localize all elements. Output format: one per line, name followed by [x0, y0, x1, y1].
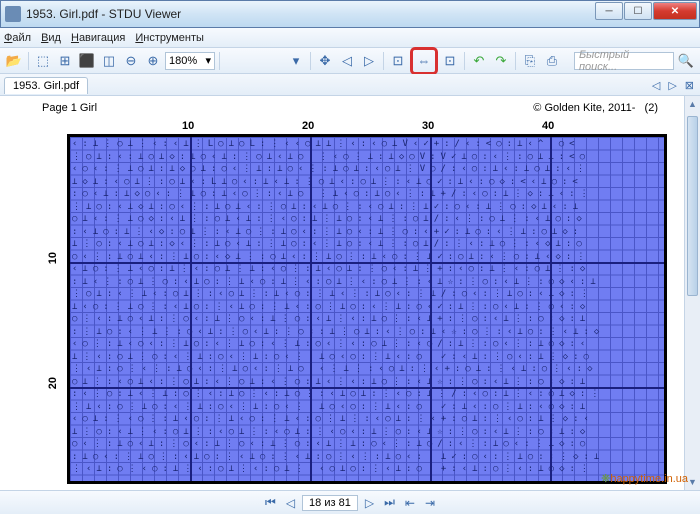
last-page-icon[interactable]: ⏭	[381, 495, 398, 510]
page-header: Page 1 Girl © Golden Kite, 2011- (2)	[42, 102, 658, 114]
pattern-grid: 10 20 30 40 10 20 ‹:⊥⋮○⊥⋮‹:‹⊥⋮L○⊥○L:⋮‹‹○…	[67, 134, 667, 484]
back-icon[interactable]: ⇤	[402, 496, 418, 510]
grid-major-line	[310, 137, 312, 481]
next-icon[interactable]: ▷	[359, 51, 379, 71]
title-bar: 1953. Girl.pdf - STDU Viewer ─ ☐ ✕	[0, 0, 700, 28]
redo-icon[interactable]: ↷	[491, 51, 511, 71]
separator	[219, 52, 220, 70]
zoom-in-icon[interactable]: ⊕	[143, 51, 163, 71]
separator	[310, 52, 311, 70]
tool-icon[interactable]: ⊞	[55, 51, 75, 71]
grid-major-line	[70, 387, 664, 389]
pattern-symbols: ‹:⊥⋮○⊥⋮‹:‹⊥⋮L○⊥○L:⋮‹‹○⊥⊥⋮‹:‹○⊥V‹✓+:/‹:<○…	[70, 137, 664, 481]
col-label: 30	[422, 120, 434, 132]
grid-major-line	[430, 137, 432, 481]
page-title-left: Page 1 Girl	[42, 102, 97, 114]
maximize-button[interactable]: ☐	[624, 2, 652, 20]
next-page-icon[interactable]: ▷	[362, 496, 377, 510]
window-title: 1953. Girl.pdf - STDU Viewer	[26, 7, 181, 21]
first-page-icon[interactable]: ⏮	[262, 495, 279, 510]
page-info[interactable]: 18 из 81	[302, 495, 358, 511]
col-label: 10	[182, 120, 194, 132]
move-icon[interactable]: ✥	[315, 51, 335, 71]
page-title-right: © Golden Kite, 2011- (2)	[533, 102, 658, 114]
undo-icon[interactable]: ↶	[469, 51, 489, 71]
fit-width-icon[interactable]: ⇔	[414, 51, 434, 71]
scroll-thumb[interactable]	[687, 116, 698, 296]
app-icon	[5, 6, 21, 22]
copy-icon[interactable]: ⎘	[520, 51, 540, 71]
separator	[28, 52, 29, 70]
page: Page 1 Girl © Golden Kite, 2011- (2) 10 …	[12, 96, 688, 490]
grid-body: ‹:⊥⋮○⊥⋮‹:‹⊥⋮L○⊥○L:⋮‹‹○⊥⊥⋮‹:‹○⊥V‹✓+:/‹:<○…	[67, 134, 667, 484]
menu-bar: Файл Вид Навигация Инструменты	[0, 28, 700, 48]
window-controls: ─ ☐ ✕	[594, 2, 697, 20]
search-input[interactable]: Быстрый поиск...	[574, 52, 674, 70]
grid-major-line	[550, 137, 552, 481]
separator	[515, 52, 516, 70]
minimize-button[interactable]: ─	[595, 2, 623, 20]
zoom-input[interactable]: 180%▾	[165, 52, 215, 70]
document-viewport: Page 1 Girl © Golden Kite, 2011- (2) 10 …	[0, 96, 700, 490]
row-labels: 10 20	[47, 134, 65, 484]
menu-tools[interactable]: Инструменты	[135, 32, 204, 44]
vertical-scrollbar[interactable]: ▲ ▼	[684, 96, 700, 490]
prev-page-icon[interactable]: ◁	[283, 496, 298, 510]
menu-file[interactable]: Файл	[4, 32, 31, 44]
grid-major-line	[190, 137, 192, 481]
col-label: 40	[542, 120, 554, 132]
dropdown-icon[interactable]: ▾	[286, 51, 306, 71]
menu-view[interactable]: Вид	[41, 32, 61, 44]
document-tab[interactable]: 1953. Girl.pdf	[4, 77, 88, 94]
separator	[383, 52, 384, 70]
tool-icon[interactable]: ◫	[99, 51, 119, 71]
snapshot-icon[interactable]: ⎙	[542, 51, 562, 71]
highlighted-button: ⇔	[410, 47, 438, 75]
zoom-out-icon[interactable]: ⊖	[121, 51, 141, 71]
status-bar: ⏮ ◁ 18 из 81 ▷ ⏭ ⇤ ⇥	[0, 490, 700, 514]
row-label: 10	[47, 252, 59, 264]
tool-icon[interactable]: ⊡	[388, 51, 408, 71]
nav-left-icon[interactable]: ◁	[652, 79, 660, 92]
tool-icon[interactable]: ⊡	[440, 51, 460, 71]
watermark: ❋happytime.in.ua	[601, 470, 688, 486]
column-labels: 10 20 30 40	[67, 120, 667, 132]
close-button[interactable]: ✕	[653, 2, 697, 20]
tool-icon[interactable]: ⬛	[77, 51, 97, 71]
tab-close-icon[interactable]: ⊠	[685, 79, 694, 92]
search-go-icon[interactable]: 🔍	[676, 51, 696, 71]
prev-icon[interactable]: ◁	[337, 51, 357, 71]
row-label: 20	[47, 377, 59, 389]
toolbar: 📂 ⬚ ⊞ ⬛ ◫ ⊖ ⊕ 180%▾ ▾ ✥ ◁ ▷ ⊡ ⇔ ⊡ ↶ ↷ ⎘ …	[0, 48, 700, 74]
tool-icon[interactable]: ⬚	[33, 51, 53, 71]
tab-bar: 1953. Girl.pdf ◁ ▷ ⊠	[0, 74, 700, 96]
menu-navigation[interactable]: Навигация	[71, 32, 125, 44]
forward-icon[interactable]: ⇥	[422, 496, 438, 510]
scroll-up-icon[interactable]: ▲	[685, 96, 700, 112]
open-icon[interactable]: 📂	[4, 51, 24, 71]
grid-major-line	[70, 262, 664, 264]
nav-right-icon[interactable]: ▷	[668, 79, 676, 92]
separator	[464, 52, 465, 70]
col-label: 20	[302, 120, 314, 132]
